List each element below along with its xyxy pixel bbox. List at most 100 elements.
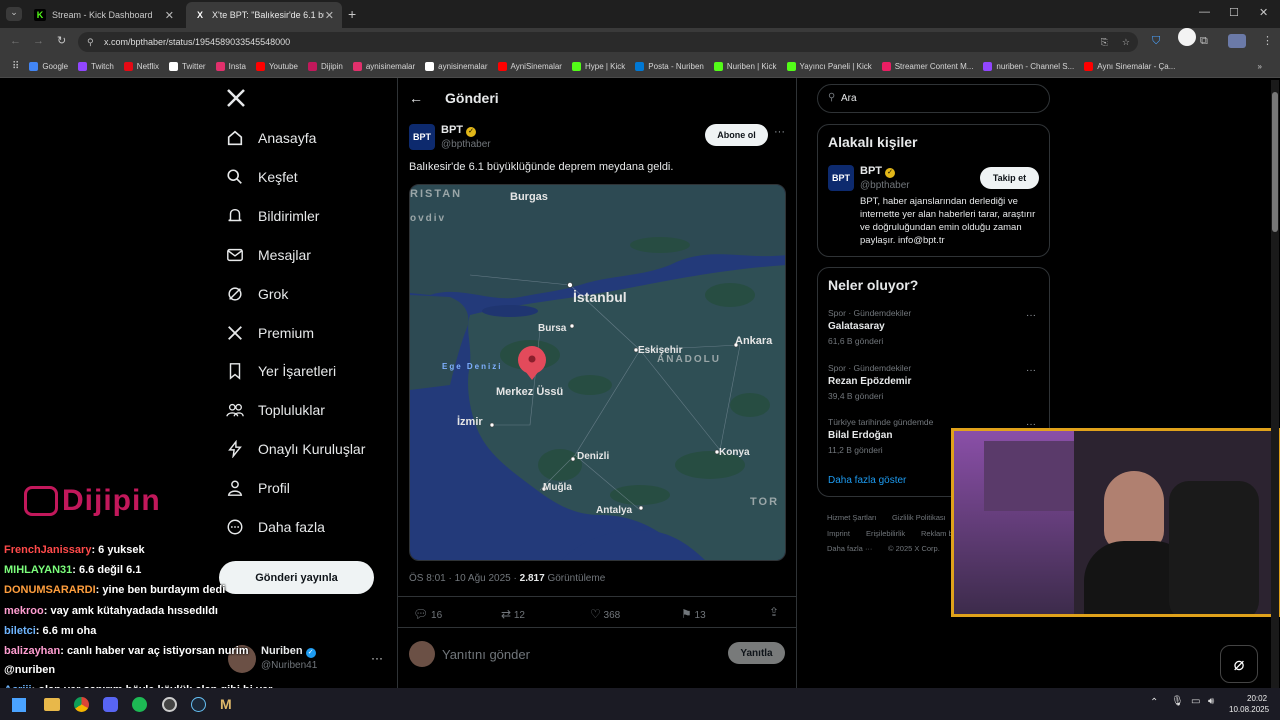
spotify-icon[interactable] bbox=[132, 697, 147, 712]
back-icon[interactable]: ← bbox=[10, 35, 21, 47]
subscribe-button[interactable]: Abone ol bbox=[705, 124, 768, 146]
nav-item-more[interactable]: Daha fazla bbox=[226, 515, 325, 539]
author-avatar[interactable]: BPT bbox=[409, 124, 435, 150]
bookmark-item[interactable]: Hype | Kick bbox=[571, 62, 625, 71]
post-button[interactable]: Gönderi yayınla bbox=[219, 561, 374, 594]
bookmark-item[interactable]: AyniSinemalar bbox=[497, 62, 562, 71]
network-icon[interactable]: ▭ bbox=[1191, 696, 1200, 707]
tab-search-icon[interactable]: ⌄ bbox=[6, 7, 22, 21]
nav-item-x[interactable]: Premium bbox=[226, 321, 314, 345]
bookmark-item[interactable]: Twitter bbox=[169, 62, 206, 71]
footer-link[interactable]: Imprint bbox=[827, 529, 850, 538]
scrollbar-thumb[interactable] bbox=[1272, 92, 1278, 232]
reply-button[interactable]: Yanıtla bbox=[728, 642, 785, 664]
chrome-icon[interactable] bbox=[74, 697, 89, 712]
grok-float-button[interactable]: ⌀ bbox=[1220, 645, 1258, 683]
related-name[interactable]: BPT ✓ bbox=[860, 165, 896, 178]
trend-more-icon[interactable]: ··· bbox=[1026, 310, 1036, 321]
bookmark-item[interactable]: Youtube bbox=[255, 62, 298, 71]
nav-item-person[interactable]: Profil bbox=[226, 476, 290, 500]
bookmark-item[interactable]: nuriben - Channel S... bbox=[983, 62, 1074, 71]
bookmark-action[interactable]: ⚑ 13 bbox=[681, 607, 706, 621]
footer-link[interactable]: Gizlilik Politikası bbox=[892, 513, 946, 522]
share-icon[interactable]: ⇪ bbox=[769, 605, 779, 619]
tab-kick-dashboard[interactable]: K Stream - Kick Dashboard ✕ bbox=[26, 2, 182, 28]
back-arrow-icon[interactable]: ← bbox=[409, 90, 423, 106]
clock-date[interactable]: 10.08.2025 bbox=[1229, 705, 1269, 714]
bookmark-star-icon[interactable]: ☆ bbox=[1122, 32, 1130, 52]
bookmark-item[interactable]: Aynı Sinemalar - Ça... bbox=[1084, 62, 1175, 71]
maximize-icon[interactable]: ☐ bbox=[1229, 6, 1239, 19]
trend-more-icon[interactable]: ··· bbox=[1026, 365, 1036, 376]
nav-item-search[interactable]: Keşfet bbox=[226, 165, 298, 189]
minimize-icon[interactable]: — bbox=[1199, 6, 1210, 18]
nav-item-mail[interactable]: Mesajlar bbox=[226, 243, 311, 267]
show-more-link[interactable]: Daha fazla göster bbox=[828, 475, 906, 486]
tray-chevron-icon[interactable]: ⌃ bbox=[1150, 697, 1158, 708]
tab-x-post[interactable]: X X'te BPT: "Balıkesir'de 6.1 büyü... ✕ bbox=[186, 2, 342, 28]
follow-button[interactable]: Takip et bbox=[980, 167, 1039, 189]
site-info-icon[interactable]: ⚲ bbox=[87, 32, 94, 52]
profile-avatar[interactable] bbox=[1228, 34, 1246, 48]
post-map-image[interactable]: Burgas İstanbul Bursa Eskişehir Ankara Merkez… bbox=[409, 184, 786, 561]
extension-round-icon[interactable] bbox=[1178, 28, 1196, 46]
apps-icon[interactable]: ⠿ bbox=[12, 61, 19, 72]
author-handle[interactable]: @bpthaber bbox=[441, 139, 491, 150]
app-m-icon[interactable]: M bbox=[220, 696, 232, 712]
like-action[interactable]: ♡ 368 bbox=[590, 607, 620, 621]
forward-icon[interactable]: → bbox=[33, 35, 44, 47]
x-logo-icon[interactable] bbox=[226, 88, 246, 113]
footer-link[interactable]: Hizmet Şartları bbox=[827, 513, 877, 522]
file-explorer-icon[interactable] bbox=[44, 698, 60, 711]
bookmark-item[interactable]: Nuriben | Kick bbox=[713, 62, 777, 71]
install-icon[interactable]: ⎘ bbox=[1101, 32, 1108, 52]
bookmark-item[interactable]: Google bbox=[29, 62, 68, 71]
bookmark-item[interactable]: Insta bbox=[215, 62, 246, 71]
extensions-icon[interactable]: ⧉ bbox=[1200, 35, 1208, 48]
address-bar[interactable]: ⚲ x.com/bpthaber/status/1954589033545548… bbox=[78, 32, 1138, 52]
nav-item-bell[interactable]: Bildirimler bbox=[226, 204, 319, 228]
nav-item-lightning[interactable]: Onaylı Kuruluşlar bbox=[226, 437, 365, 461]
bookmark-item[interactable]: aynisinemalar bbox=[425, 62, 488, 71]
volume-icon[interactable]: 🔊︎ bbox=[1208, 696, 1214, 707]
related-avatar[interactable]: BPT bbox=[828, 165, 854, 191]
footer-link[interactable]: © 2025 X Corp. bbox=[888, 544, 940, 553]
discord-icon[interactable] bbox=[103, 697, 118, 712]
post-timestamp[interactable]: ÖS 8:01 · 10 Ağu 2025 · 2.817 Görüntülem… bbox=[409, 573, 605, 584]
bookmark-item[interactable]: aynisinemalar bbox=[352, 62, 415, 71]
windows-start-icon[interactable] bbox=[12, 698, 26, 712]
bookmark-item[interactable]: Dijipin bbox=[308, 62, 343, 71]
extension-shield-icon[interactable]: ⛉ bbox=[1152, 35, 1160, 48]
steam-icon[interactable] bbox=[191, 697, 206, 712]
post-more-icon[interactable]: ··· bbox=[774, 126, 785, 138]
nav-item-bookmark[interactable]: Yer İşaretleri bbox=[226, 359, 336, 383]
search-input[interactable]: ⚲ Ara bbox=[817, 84, 1050, 113]
footer-link[interactable]: Daha fazla ··· bbox=[827, 544, 872, 553]
footer-link[interactable]: Reklam b bbox=[921, 529, 953, 538]
bookmark-item[interactable]: Streamer Content M... bbox=[881, 62, 973, 71]
close-tab-icon[interactable]: ✕ bbox=[165, 9, 174, 22]
new-tab-icon[interactable]: + bbox=[348, 6, 356, 22]
account-more-icon[interactable]: ··· bbox=[371, 651, 383, 665]
nav-item-people[interactable]: Topluluklar bbox=[226, 398, 325, 422]
bookmark-item[interactable]: Posta - Nuriben bbox=[635, 62, 704, 71]
mic-icon[interactable]: 🎙︎ bbox=[1171, 696, 1184, 707]
bookmark-item[interactable]: Twitch bbox=[78, 62, 114, 71]
nav-item-home[interactable]: Anasayfa bbox=[226, 126, 316, 150]
footer-link[interactable]: Erişilebilirlik bbox=[866, 529, 905, 538]
close-window-icon[interactable]: ✕ bbox=[1259, 6, 1268, 19]
reply-input[interactable]: Yanıtını gönder bbox=[442, 647, 530, 662]
reload-icon[interactable]: ↻ bbox=[57, 34, 66, 47]
more-bookmarks-icon[interactable]: » bbox=[1258, 62, 1262, 71]
author-name[interactable]: BPT ✓ bbox=[441, 124, 477, 137]
repost-action[interactable]: ⇄ 12 bbox=[501, 607, 525, 621]
clock-time[interactable]: 20:02 bbox=[1247, 694, 1267, 703]
page-scrollbar[interactable] bbox=[1271, 80, 1279, 688]
obs-icon[interactable] bbox=[162, 697, 177, 712]
reply-action[interactable]: 💬︎ 16 bbox=[413, 607, 442, 621]
bookmark-item[interactable]: Netflix bbox=[123, 62, 159, 71]
close-tab-icon[interactable]: ✕ bbox=[325, 9, 334, 22]
browser-menu-icon[interactable]: ⋮ bbox=[1262, 34, 1273, 47]
bookmark-item[interactable]: Yayıncı Paneli | Kick bbox=[786, 62, 872, 71]
nav-item-grok[interactable]: Grok bbox=[226, 282, 288, 306]
